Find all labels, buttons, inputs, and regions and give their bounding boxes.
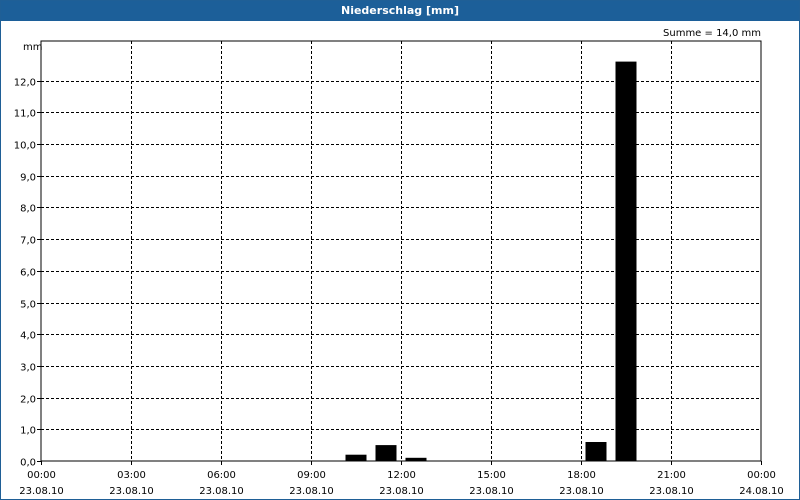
x-tick-date: 23.08.10	[19, 486, 64, 497]
y-tick-label: 12,0	[14, 78, 36, 89]
x-tick-date: 23.08.10	[379, 486, 424, 497]
x-tick-date: 24.08.10	[739, 486, 784, 497]
y-tick-label: 4,0	[20, 331, 36, 342]
y-tick-label: 3,0	[20, 363, 36, 374]
y-unit-label: mm	[23, 42, 42, 53]
y-tick-label: 6,0	[20, 268, 36, 279]
x-tick-time: 00:00	[747, 470, 776, 481]
precipitation-chart: 0,0 1,0 2,0 3,0 4,0 5,0 6,0 7,0 8,0 9,0 10,0 11,0 12…	[14, 28, 784, 497]
x-tick-time: 18:00	[567, 470, 596, 481]
precipitation-bar	[585, 442, 607, 461]
x-tick-time: 03:00	[117, 470, 146, 481]
y-tick-label: 8,0	[20, 204, 36, 215]
x-tick-date: 23.08.10	[559, 486, 604, 497]
y-tick-label: 0,0	[20, 458, 36, 469]
x-tick-date: 23.08.10	[469, 486, 514, 497]
x-tick-date: 23.08.10	[649, 486, 694, 497]
y-tick-label: 1,0	[20, 426, 36, 437]
x-tick-date: 23.08.10	[289, 486, 334, 497]
grid-lines	[41, 41, 761, 461]
x-tick-time: 00:00	[27, 470, 56, 481]
y-tick-label: 2,0	[20, 395, 36, 406]
precipitation-bar	[375, 445, 397, 461]
x-tick-time: 09:00	[297, 470, 326, 481]
sum-label: Summe = 14,0 mm	[663, 28, 761, 39]
x-tick-time: 21:00	[657, 470, 686, 481]
x-tick-time: 12:00	[387, 470, 416, 481]
precipitation-bar	[615, 61, 637, 461]
y-tick-label: 11,0	[14, 109, 36, 120]
precipitation-bar	[345, 454, 367, 461]
x-tick-time: 06:00	[207, 470, 236, 481]
axes: 0,0 1,0 2,0 3,0 4,0 5,0 6,0 7,0 8,0 9,0 10,0 11,0 12…	[14, 40, 784, 497]
x-tick-date: 23.08.10	[109, 486, 154, 497]
y-tick-label: 5,0	[20, 300, 36, 311]
x-tick-date: 23.08.10	[199, 486, 244, 497]
y-tick-label: 7,0	[20, 236, 36, 247]
y-tick-label: 10,0	[14, 141, 36, 152]
x-tick-time: 15:00	[477, 470, 506, 481]
y-tick-label: 9,0	[20, 173, 36, 184]
